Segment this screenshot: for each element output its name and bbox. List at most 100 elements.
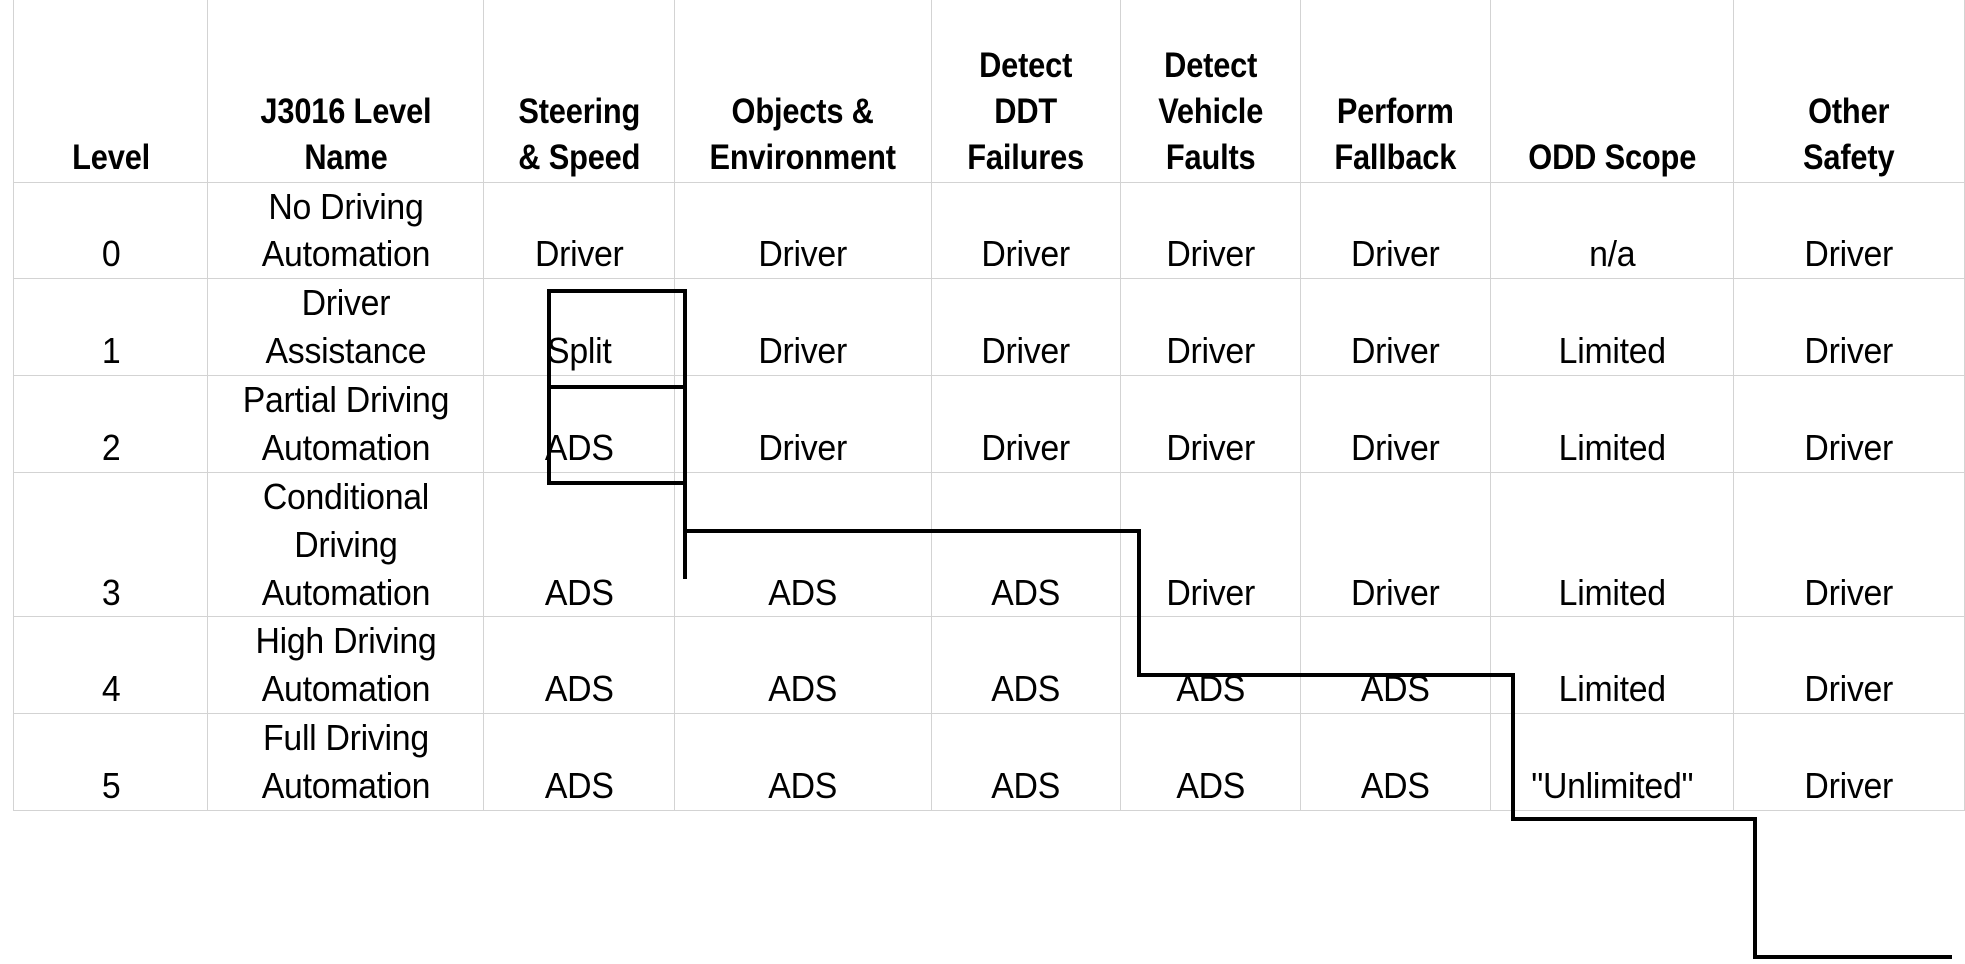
cell-detect-ddt-failures[interactable]: Driver (937, 375, 1116, 473)
header-line: Detect (1163, 45, 1257, 85)
header-line: Failures (967, 138, 1085, 178)
cell-level-name[interactable]: Partial Driving Automation (215, 375, 476, 473)
cell-perform-fallback[interactable]: Driver (1305, 472, 1486, 618)
cell-steering-speed[interactable]: Driver (489, 182, 669, 280)
column-header-objects[interactable]: Objects & Environment (689, 0, 917, 183)
cell-odd-scope[interactable]: Limited (1497, 278, 1727, 376)
cell-perform-fallback[interactable]: ADS (1305, 616, 1486, 715)
cell-level-name[interactable]: Full Driving Automation (215, 713, 476, 811)
cell-detect-vehicle-faults[interactable]: Driver (1126, 278, 1296, 376)
cell-level[interactable]: 3 (18, 472, 203, 618)
column-header-vehicle-faults[interactable]: Detect Vehicle Faults (1131, 0, 1290, 183)
column-header-ddt-failures[interactable]: Detect DDT Failures (942, 0, 1110, 183)
cell-steering-speed[interactable]: ADS (489, 375, 669, 473)
cell-odd-scope[interactable]: Limited (1497, 375, 1727, 473)
header-line: Name (304, 138, 388, 178)
cell-objects-environment[interactable]: ADS (681, 472, 925, 618)
column-header-fallback[interactable]: Perform Fallback (1311, 0, 1480, 183)
table-body: 0 No Driving Automation Driver Driver Dr… (14, 182, 1965, 811)
cell-level[interactable]: 2 (18, 375, 203, 473)
cell-steering-speed[interactable]: ADS (489, 713, 669, 811)
cell-other-safety[interactable]: Driver (1740, 472, 1959, 618)
cell-level[interactable]: 5 (18, 713, 203, 811)
name-line: Automation (261, 571, 430, 613)
cell-objects-environment[interactable]: ADS (681, 713, 925, 811)
cell-level[interactable]: 4 (18, 616, 203, 715)
cell-level[interactable]: 0 (18, 182, 203, 280)
cell-steering-speed[interactable]: Split (489, 278, 669, 376)
table-header: Level J3016 Level Name Steering & Speed … (14, 0, 1965, 183)
cell-other-safety[interactable]: Driver (1740, 182, 1959, 280)
staircase-border-segment (683, 291, 687, 388)
cell-detect-ddt-failures[interactable]: Driver (937, 278, 1116, 376)
staircase-border-steering-top (547, 289, 687, 293)
cell-detect-vehicle-faults[interactable]: ADS (1126, 616, 1296, 715)
j3016-levels-table: Level J3016 Level Name Steering & Speed … (13, 0, 1965, 811)
header-line: Safety (1803, 138, 1895, 178)
header-line: Fallback (1334, 138, 1457, 178)
name-line: Assistance (265, 330, 427, 372)
staircase-border-odd-left (1511, 673, 1515, 817)
cell-perform-fallback[interactable]: ADS (1305, 713, 1486, 811)
cell-steering-speed[interactable]: ADS (489, 472, 669, 618)
table-row[interactable]: 1 Driver Assistance Split Driver Driver … (14, 278, 1965, 376)
cell-perform-fallback[interactable]: Driver (1305, 182, 1486, 280)
cell-odd-scope[interactable]: n/a (1497, 182, 1727, 280)
name-line: Partial Driving (242, 379, 449, 420)
staircase-border-steering-bottom (547, 385, 687, 389)
name-line: Automation (261, 668, 430, 710)
staircase-border-row2-bottom (547, 481, 687, 485)
table-row[interactable]: 2 Partial Driving Automation ADS Driver … (14, 375, 1965, 473)
spreadsheet-canvas: Level J3016 Level Name Steering & Speed … (0, 0, 1965, 964)
header-line: ODD Scope (1527, 138, 1696, 178)
column-header-odd-scope[interactable]: ODD Scope (1505, 0, 1719, 183)
cell-level-name[interactable]: High Driving Automation (215, 616, 476, 715)
cell-level[interactable]: 1 (18, 278, 203, 376)
cell-other-safety[interactable]: Driver (1740, 713, 1959, 811)
cell-objects-environment[interactable]: Driver (681, 182, 925, 280)
cell-detect-ddt-failures[interactable]: ADS (937, 616, 1116, 715)
cell-perform-fallback[interactable]: Driver (1305, 278, 1486, 376)
staircase-border-fallback-bottom (1137, 673, 1511, 677)
cell-detect-ddt-failures[interactable]: ADS (937, 472, 1116, 618)
header-line: Perform (1336, 92, 1454, 132)
cell-objects-environment[interactable]: Driver (681, 278, 925, 376)
cell-odd-scope[interactable]: Limited (1497, 472, 1727, 618)
name-line: Conditional (262, 475, 430, 517)
cell-objects-environment[interactable]: Driver (681, 375, 925, 473)
header-row: Level J3016 Level Name Steering & Speed … (14, 0, 1965, 183)
cell-perform-fallback[interactable]: Driver (1305, 375, 1486, 473)
cell-other-safety[interactable]: Driver (1740, 278, 1959, 376)
cell-level-name[interactable]: No Driving Automation (215, 182, 476, 280)
cell-detect-vehicle-faults[interactable]: Driver (1126, 182, 1296, 280)
name-line: Automation (261, 426, 430, 468)
cell-odd-scope[interactable]: "Unlimited" (1497, 713, 1727, 811)
cell-detect-vehicle-faults[interactable]: Driver (1126, 472, 1296, 618)
cell-objects-environment[interactable]: ADS (681, 616, 925, 715)
header-line: Other (1808, 92, 1890, 132)
cell-steering-speed[interactable]: ADS (489, 616, 669, 715)
cell-detect-ddt-failures[interactable]: ADS (937, 713, 1116, 811)
header-line: Faults (1165, 138, 1256, 178)
header-line: Steering (517, 92, 640, 132)
cell-level-name[interactable]: Conditional Driving Automation (215, 472, 476, 618)
cell-other-safety[interactable]: Driver (1740, 375, 1959, 473)
cell-level-name[interactable]: Driver Assistance (215, 278, 476, 376)
name-line: Driver (301, 282, 390, 324)
table-row[interactable]: 5 Full Driving Automation ADS ADS ADS AD… (14, 713, 1965, 811)
cell-detect-vehicle-faults[interactable]: ADS (1126, 713, 1296, 811)
table-row[interactable]: 3 Conditional Driving Automation ADS ADS… (14, 472, 1965, 618)
staircase-border-final-bottom (1753, 955, 1952, 959)
cell-detect-ddt-failures[interactable]: Driver (937, 182, 1116, 280)
cell-detect-vehicle-faults[interactable]: Driver (1126, 375, 1296, 473)
column-header-level[interactable]: Level (24, 0, 197, 183)
column-header-other-safety[interactable]: Other Safety (1746, 0, 1952, 183)
column-header-steering[interactable]: Steering & Speed (495, 0, 664, 183)
table-row[interactable]: 4 High Driving Automation ADS ADS ADS AD… (14, 616, 1965, 715)
name-line: Automation (261, 233, 430, 275)
column-header-name[interactable]: J3016 Level Name (224, 0, 468, 183)
table-row[interactable]: 0 No Driving Automation Driver Driver Dr… (14, 182, 1965, 280)
name-line: Driving (293, 523, 398, 565)
cell-other-safety[interactable]: Driver (1740, 616, 1959, 715)
cell-odd-scope[interactable]: Limited (1497, 616, 1727, 715)
